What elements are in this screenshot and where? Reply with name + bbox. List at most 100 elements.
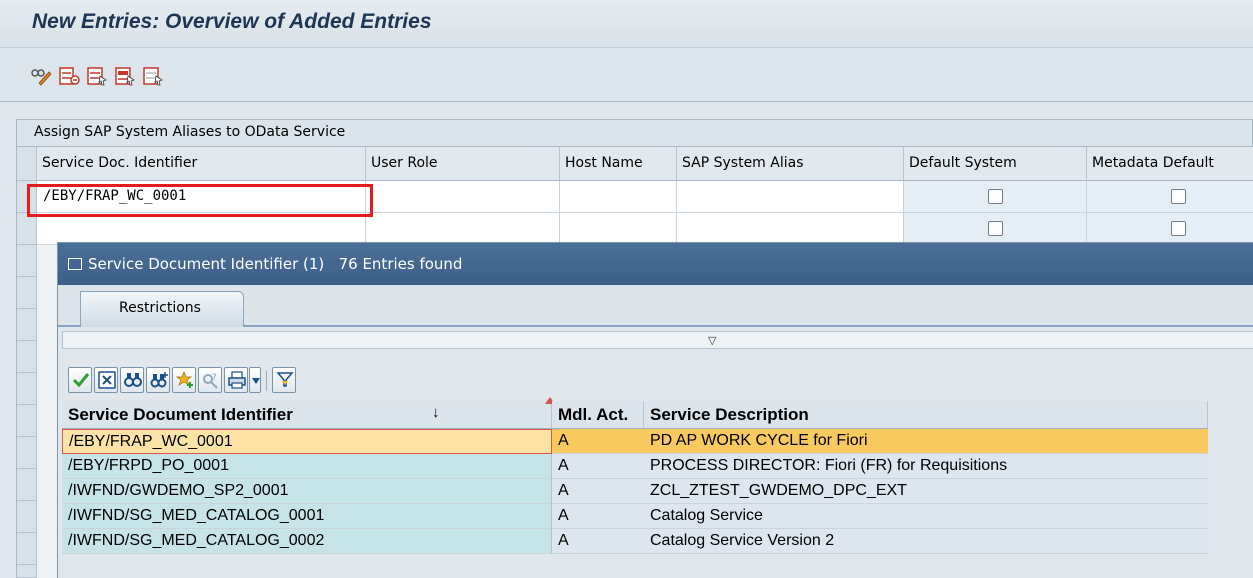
select-all-icon[interactable] <box>86 66 108 86</box>
metadata-default-checkbox[interactable] <box>1171 221 1186 236</box>
tab-strip: Restrictions <box>58 285 1253 327</box>
filter-icon <box>276 372 294 387</box>
help-button[interactable]: ? <box>198 367 222 393</box>
default-system-checkbox[interactable] <box>988 189 1003 204</box>
column-header-default-system[interactable]: Default System <box>904 147 1087 181</box>
sort-descending-icon: ↓ <box>432 404 440 421</box>
row-selector[interactable] <box>17 533 37 565</box>
svg-text:?: ? <box>212 373 217 383</box>
result-row[interactable]: /IWFND/SG_MED_CATALOG_0001 A Catalog Ser… <box>58 504 1208 529</box>
display-change-icon[interactable] <box>30 66 52 86</box>
title-bar: New Entries: Overview of Added Entries <box>0 0 1253 48</box>
value-help-dialog: Service Document Identifier (1) 76 Entri… <box>57 242 1253 578</box>
result-description: PROCESS DIRECTOR: Fiori (FR) for Requisi… <box>644 454 1208 479</box>
table-caption: Assign SAP System Aliases to OData Servi… <box>16 119 1253 147</box>
dialog-window-icon <box>68 258 82 270</box>
result-mdl-act: A <box>552 504 644 529</box>
select-block-icon[interactable] <box>114 66 136 86</box>
row-selector[interactable] <box>17 501 37 533</box>
metadata-default-checkbox[interactable] <box>1171 189 1186 204</box>
column-header-host-name[interactable]: Host Name <box>560 147 677 181</box>
row-selector[interactable] <box>17 341 37 373</box>
user-role-field[interactable] <box>366 213 560 245</box>
result-row[interactable]: /IWFND/GWDEMO_SP2_0001 A ZCL_ZTEST_GWDEM… <box>58 479 1208 504</box>
system-alias-field[interactable] <box>677 181 904 213</box>
print-options-dropdown[interactable] <box>249 367 261 393</box>
result-service-doc-id: /IWFND/GWDEMO_SP2_0001 <box>62 479 552 504</box>
binoculars-icon <box>124 373 142 387</box>
cancel-button[interactable] <box>94 367 118 393</box>
metadata-default-cell <box>1087 181 1253 213</box>
system-alias-field[interactable] <box>677 213 904 245</box>
result-row[interactable]: /IWFND/SG_MED_CATALOG_0002 A Catalog Ser… <box>58 529 1208 554</box>
delete-row-icon[interactable] <box>58 66 80 86</box>
result-description: ZCL_ZTEST_GWDEMO_DPC_EXT <box>644 479 1208 504</box>
page-title: New Entries: Overview of Added Entries <box>32 10 432 33</box>
result-service-doc-id: /IWFND/SG_MED_CATALOG_0001 <box>62 504 552 529</box>
host-name-field[interactable] <box>560 213 677 245</box>
result-header-description[interactable]: Service Description <box>644 401 1208 429</box>
column-header-service-doc-id[interactable]: Service Doc. Identifier <box>37 147 366 181</box>
service-doc-id-field[interactable] <box>37 213 366 245</box>
application-toolbar <box>0 48 1253 102</box>
result-header-label: Service Document Identifier <box>68 405 293 424</box>
result-row[interactable]: /EBY/FRPD_PO_0001 A PROCESS DIRECTOR: Fi… <box>58 454 1208 479</box>
result-mdl-act: A <box>552 429 644 454</box>
result-grid-margin <box>1208 429 1253 578</box>
result-description: PD AP WORK CYCLE for Fiori <box>644 429 1208 454</box>
select-all-rows[interactable] <box>17 147 37 181</box>
row-selector[interactable] <box>17 437 37 469</box>
result-mdl-act: A <box>552 454 644 479</box>
checkmark-icon <box>72 373 90 388</box>
star-icon <box>176 371 193 388</box>
dialog-title-bar[interactable]: Service Document Identifier (1) 76 Entri… <box>58 243 1253 285</box>
restrictions-toggle-bar[interactable]: ▽ <box>62 331 1253 349</box>
row-selector[interactable] <box>17 213 37 245</box>
close-icon <box>98 371 116 389</box>
result-toolbar: ? <box>62 361 1253 401</box>
toolbar-separator <box>266 371 267 391</box>
row-selector[interactable] <box>17 309 37 341</box>
row-selector[interactable] <box>17 405 37 437</box>
row-selector[interactable] <box>17 565 37 578</box>
entries-found-label: 76 Entries found <box>338 255 463 273</box>
result-mdl-act: A <box>552 479 644 504</box>
highlight-box <box>27 184 373 217</box>
row-selector[interactable] <box>17 245 37 277</box>
expand-triangle-icon[interactable]: ▽ <box>708 334 716 347</box>
result-row-selected[interactable]: /EBY/FRAP_WC_0001 A PD AP WORK CYCLE for… <box>58 429 1208 454</box>
column-header-metadata-default[interactable]: Metadata Default <box>1087 147 1253 181</box>
host-name-field[interactable] <box>560 181 677 213</box>
tab-restrictions[interactable]: Restrictions <box>80 291 244 327</box>
find-button[interactable] <box>120 367 144 393</box>
add-favorite-button[interactable] <box>172 367 196 393</box>
find-next-button[interactable] <box>146 367 170 393</box>
dialog-title: Service Document Identifier (1) <box>88 255 325 273</box>
column-header-user-role[interactable]: User Role <box>366 147 560 181</box>
default-system-cell <box>904 213 1087 245</box>
result-description: Catalog Service Version 2 <box>644 529 1208 554</box>
default-system-checkbox[interactable] <box>988 221 1003 236</box>
row-selector[interactable] <box>17 277 37 309</box>
result-service-doc-id: /IWFND/SG_MED_CATALOG_0002 <box>62 529 552 554</box>
column-header-system-alias[interactable]: SAP System Alias <box>677 147 904 181</box>
confirm-button[interactable] <box>68 367 92 393</box>
metadata-default-cell <box>1087 213 1253 245</box>
row-selector[interactable] <box>17 469 37 501</box>
result-header-mdl-act[interactable]: Mdl. Act. <box>552 401 644 429</box>
chevron-down-icon <box>252 378 260 384</box>
row-selector[interactable] <box>17 373 37 405</box>
binoculars-plus-icon <box>150 372 168 388</box>
print-button[interactable] <box>224 367 248 393</box>
deselect-all-icon[interactable] <box>142 66 164 86</box>
result-service-doc-id: /EBY/FRPD_PO_0001 <box>62 454 552 479</box>
result-header-service-doc-id[interactable]: Service Document Identifier ↓ <box>62 397 555 429</box>
filter-button[interactable] <box>272 367 296 393</box>
result-mdl-act: A <box>552 529 644 554</box>
default-system-cell <box>904 181 1087 213</box>
printer-icon <box>228 371 246 389</box>
user-role-field[interactable] <box>366 181 560 213</box>
help-icon: ? <box>203 373 218 389</box>
result-service-doc-id: /EBY/FRAP_WC_0001 <box>62 429 552 454</box>
result-description: Catalog Service <box>644 504 1208 529</box>
